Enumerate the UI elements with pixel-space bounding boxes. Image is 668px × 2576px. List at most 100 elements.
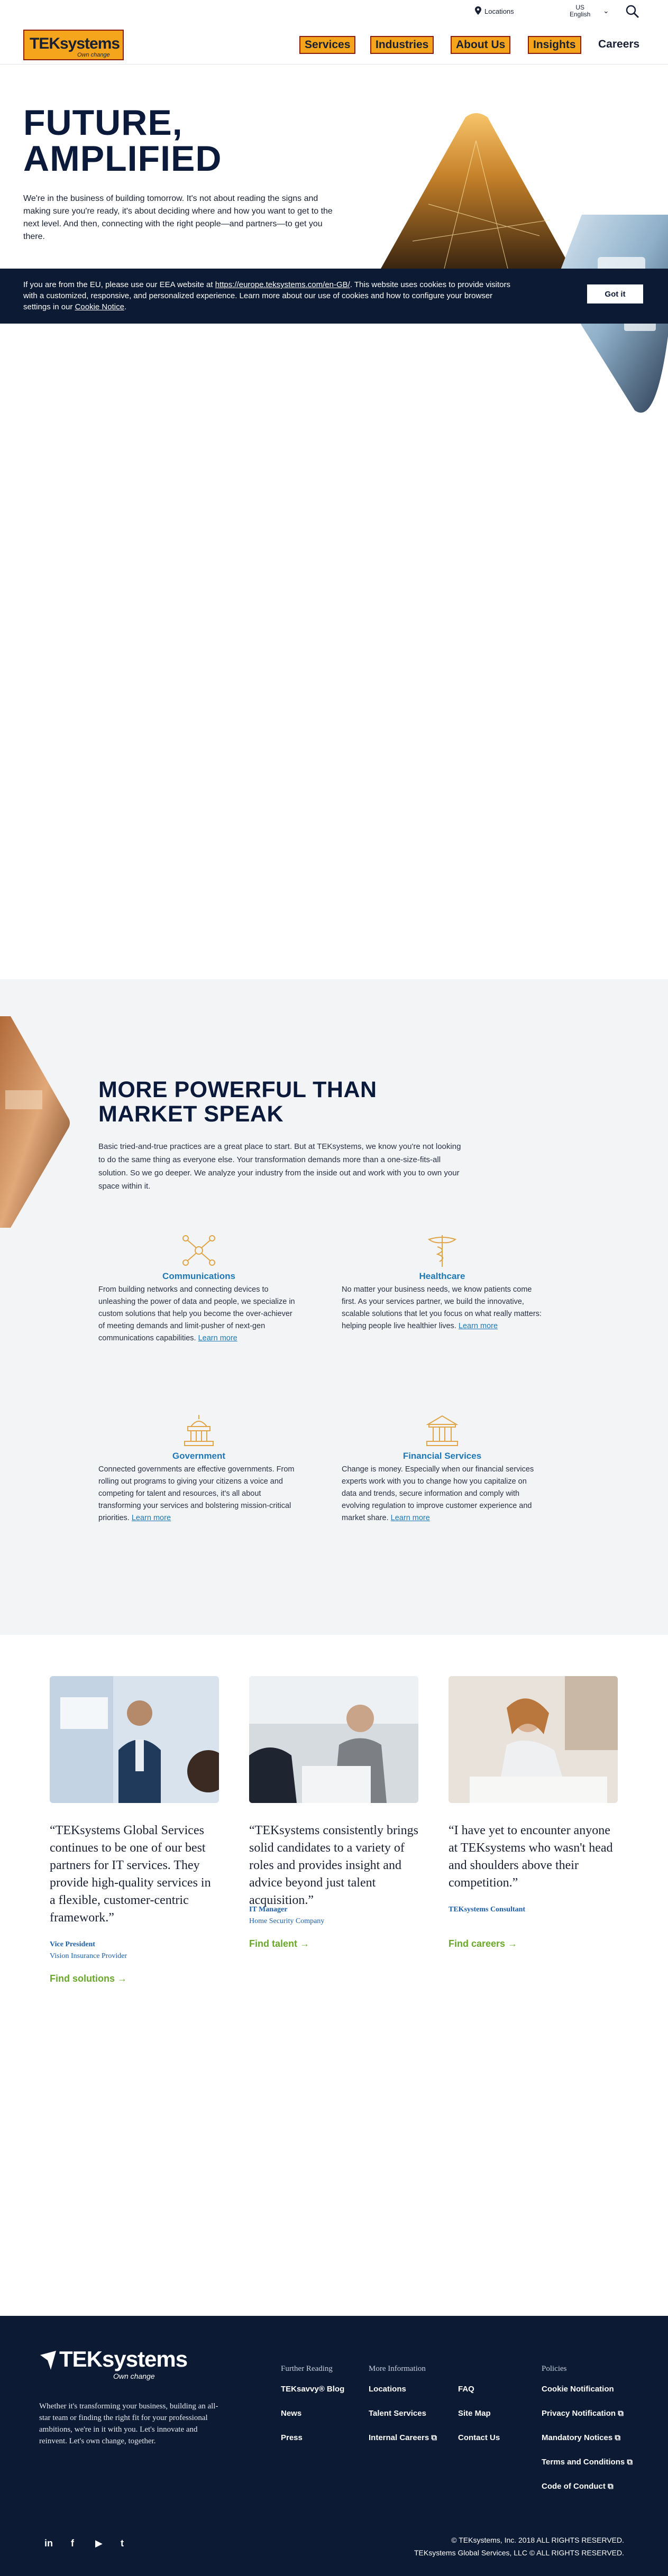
industry-healthcare: Healthcare No matter your business needs… bbox=[342, 1233, 543, 1332]
twitter-icon[interactable]: t bbox=[121, 2538, 124, 2549]
section-title: MORE POWERFUL THAN MARKET SPEAK bbox=[98, 1078, 377, 1126]
cookie-text: If you are from the EU, please use our E… bbox=[23, 279, 515, 312]
footer-link-faq[interactable]: FAQ bbox=[458, 2385, 474, 2394]
teksystems-logo[interactable]: TEKsystems Own change bbox=[23, 30, 124, 60]
footer-logo-text: TEKsystems bbox=[59, 2347, 188, 2371]
find-solutions-link[interactable]: Find solutions → bbox=[50, 1973, 127, 1984]
section-side-image bbox=[0, 1016, 74, 1228]
testimonial-role: IT Manager bbox=[249, 1906, 288, 1913]
nav-about-us[interactable]: About Us bbox=[451, 36, 511, 54]
youtube-icon[interactable]: ▶ bbox=[95, 2538, 103, 2549]
section-title-line-2: MARKET SPEAK bbox=[98, 1101, 284, 1127]
learn-more-link[interactable]: Learn more bbox=[391, 1514, 430, 1522]
testimonial-photo bbox=[50, 1676, 219, 1803]
locations-link[interactable]: Locations bbox=[475, 6, 514, 16]
hero-title-line-2: AMPLIFIED bbox=[23, 139, 222, 179]
testimonial-org: Vision Insurance Provider bbox=[50, 1952, 127, 1960]
locations-label: Locations bbox=[484, 7, 514, 15]
nav-insights[interactable]: Insights bbox=[528, 36, 581, 54]
footer-link-contact-us[interactable]: Contact Us bbox=[458, 2433, 500, 2442]
testimonial-card: “TEKsystems consistently brings solid ca… bbox=[249, 1676, 418, 1993]
testimonial-role: Vice President bbox=[50, 1940, 95, 1948]
network-icon bbox=[180, 1233, 217, 1268]
industry-title[interactable]: Communications bbox=[98, 1271, 299, 1282]
industry-financial-services: Financial Services Change is money. Espe… bbox=[342, 1413, 543, 1524]
footer-heading-policies: Policies bbox=[542, 2365, 567, 2373]
language-label: English bbox=[570, 11, 591, 18]
caduceus-icon bbox=[424, 1233, 461, 1268]
section-title-line-1: MORE POWERFUL THAN bbox=[98, 1077, 377, 1102]
chevron-down-icon[interactable]: ⌄ bbox=[603, 6, 609, 15]
testimonial-photo bbox=[249, 1676, 418, 1803]
learn-more-link[interactable]: Learn more bbox=[132, 1514, 171, 1522]
testimonial-card: “TEKsystems Global Services continues to… bbox=[50, 1676, 219, 1993]
footer-link-code-of-conduct[interactable]: Code of Conduct ⧉ bbox=[542, 2482, 614, 2491]
find-talent-link[interactable]: Find talent → bbox=[249, 1938, 309, 1949]
main-nav: TEKsystems Own change Services Industrie… bbox=[0, 24, 668, 65]
utility-bar: Locations US English ⌄ bbox=[0, 0, 668, 24]
industry-title[interactable]: Government bbox=[98, 1451, 299, 1461]
hero-image bbox=[349, 109, 668, 426]
tek-logo-mark-icon bbox=[40, 2351, 56, 2370]
footer-link-privacy-notification[interactable]: Privacy Notification ⧉ bbox=[542, 2409, 624, 2418]
got-it-button[interactable]: Got it bbox=[587, 284, 643, 303]
testimonial-quote: “TEKsystems Global Services continues to… bbox=[50, 1824, 211, 1925]
eea-website-link[interactable]: https://europe.teksystems.com/en-GB/ bbox=[215, 280, 350, 289]
footer-link-site-map[interactable]: Site Map bbox=[458, 2409, 491, 2418]
industry-title[interactable]: Financial Services bbox=[342, 1451, 543, 1461]
footer-link-cookie-notification[interactable]: Cookie Notification bbox=[542, 2385, 614, 2394]
footer-heading-further-reading: Further Reading bbox=[281, 2365, 333, 2373]
footer-logo-tagline: Own change bbox=[113, 2372, 155, 2380]
logo-text: TEKsystems bbox=[30, 35, 120, 52]
industry-description: Change is money. Especially when our fin… bbox=[342, 1464, 543, 1524]
industry-communications: Communications From building networks an… bbox=[98, 1233, 299, 1345]
language-selector[interactable]: US English bbox=[570, 4, 590, 18]
industry-description-text: Change is money. Especially when our fin… bbox=[342, 1465, 534, 1522]
footer-link-mandatory-notices[interactable]: Mandatory Notices ⧉ bbox=[542, 2433, 620, 2442]
capitol-building-icon bbox=[180, 1413, 217, 1448]
learn-more-link[interactable]: Learn more bbox=[459, 1322, 498, 1330]
hero-title-line-1: FUTURE, bbox=[23, 103, 183, 143]
cookie-notice-link[interactable]: Cookie Notice bbox=[75, 302, 124, 311]
cookie-banner: If you are from the EU, please use our E… bbox=[0, 269, 668, 324]
location-pin-icon bbox=[475, 6, 481, 16]
footer-link-locations[interactable]: Locations bbox=[369, 2385, 406, 2394]
search-icon[interactable] bbox=[625, 4, 640, 19]
testimonial-card: “I have yet to encounter anyone at TEKsy… bbox=[449, 1676, 618, 1993]
nav-services[interactable]: Services bbox=[299, 36, 356, 54]
testimonial-org: Home Security Company bbox=[249, 1917, 325, 1925]
learn-more-link[interactable]: Learn more bbox=[198, 1334, 237, 1342]
industry-description-text: From building networks and connecting de… bbox=[98, 1285, 295, 1342]
footer-link-press[interactable]: Press bbox=[281, 2433, 303, 2442]
cookie-text-end: . bbox=[124, 302, 127, 311]
testimonial-role: TEKsystems Consultant bbox=[449, 1906, 526, 1913]
industry-title[interactable]: Healthcare bbox=[342, 1271, 543, 1282]
copyright-global-services: TEKsystems Global Services, LLC © ALL RI… bbox=[414, 2549, 624, 2557]
footer: TEKsystems Own change Whether it's trans… bbox=[0, 2316, 668, 2576]
nav-industries[interactable]: Industries bbox=[370, 36, 434, 54]
testimonial-photo bbox=[449, 1676, 618, 1803]
copyright-teksystems: © TEKsystems, Inc. 2018 ALL RIGHTS RESER… bbox=[451, 2536, 624, 2544]
footer-blurb: Whether it's transforming your business,… bbox=[39, 2402, 218, 2445]
facebook-icon[interactable]: f bbox=[71, 2538, 74, 2549]
footer-link-talent-services[interactable]: Talent Services bbox=[369, 2409, 426, 2418]
nav-careers[interactable]: Careers bbox=[598, 38, 639, 51]
linkedin-icon[interactable]: in bbox=[44, 2538, 53, 2549]
footer-heading-more-information: More Information bbox=[369, 2365, 426, 2373]
industry-description: No matter your business needs, we know p… bbox=[342, 1284, 543, 1332]
hero-text: We're in the business of building tomorr… bbox=[23, 194, 333, 241]
testimonial-quote: “I have yet to encounter anyone at TEKsy… bbox=[449, 1824, 613, 1890]
find-careers-link[interactable]: Find careers → bbox=[449, 1938, 517, 1949]
footer-link-terms-and-conditions[interactable]: Terms and Conditions ⧉ bbox=[542, 2458, 633, 2467]
industry-description-text: No matter your business needs, we know p… bbox=[342, 1285, 542, 1330]
hero-title: FUTURE, AMPLIFIED bbox=[23, 105, 222, 177]
footer-link-news[interactable]: News bbox=[281, 2409, 301, 2418]
industry-description: Connected governments are effective gove… bbox=[98, 1464, 299, 1524]
industry-description: From building networks and connecting de… bbox=[98, 1284, 299, 1345]
footer-link-teksavvy-blog[interactable]: TEKsavvy® Blog bbox=[281, 2385, 344, 2394]
footer-link-internal-careers[interactable]: Internal Careers ⧉ bbox=[369, 2433, 437, 2442]
industry-description-text: Connected governments are effective gove… bbox=[98, 1465, 295, 1522]
cookie-text-intro: If you are from the EU, please use our E… bbox=[23, 280, 215, 289]
testimonial-quote: “TEKsystems consistently brings solid ca… bbox=[249, 1824, 418, 1907]
industry-government: Government Connected governments are eff… bbox=[98, 1413, 299, 1524]
